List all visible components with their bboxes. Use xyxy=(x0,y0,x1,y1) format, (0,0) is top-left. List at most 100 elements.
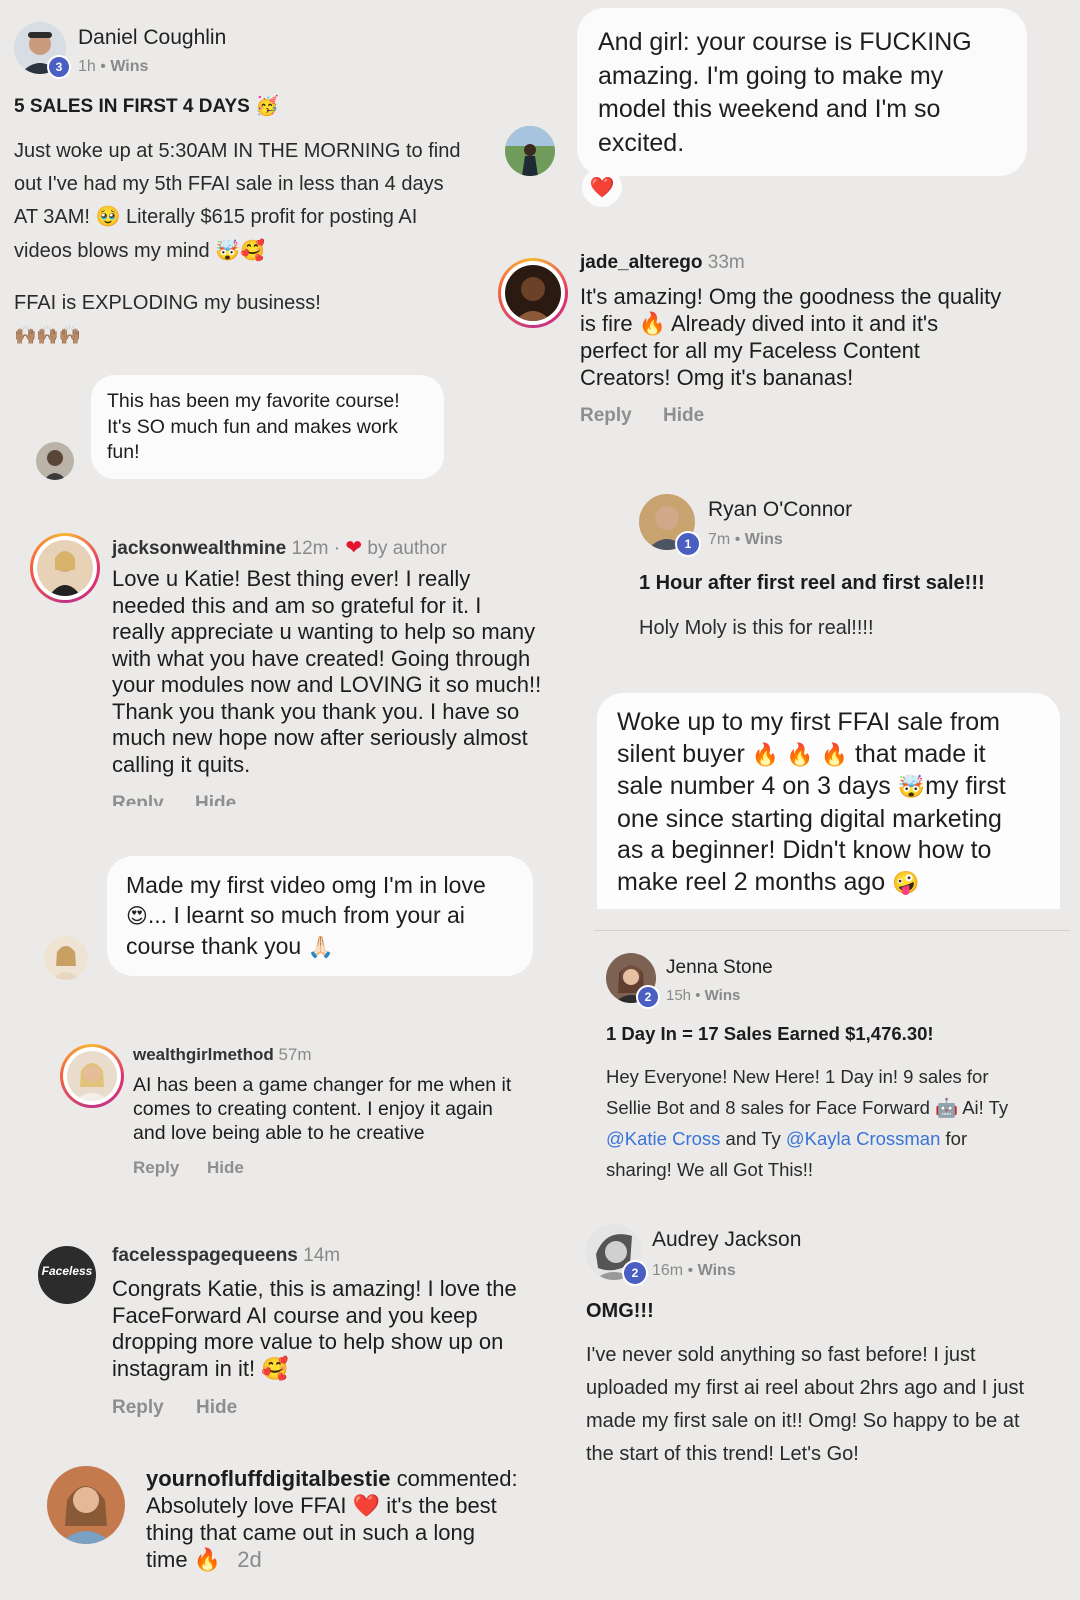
comment-text-part: Absolutely love FFAI xyxy=(146,1492,347,1518)
post-title: 1 Day In = 17 Sales Earned $1,476.30! xyxy=(606,1023,934,1044)
comment-text-part: instagram in it! xyxy=(112,1355,256,1381)
message-line: as a beginner! Didn't know how to xyxy=(617,836,992,864)
message-line: one since starting digital marketing xyxy=(617,804,1002,833)
avatar xyxy=(67,1051,117,1101)
comment-text-part: is fire xyxy=(580,310,633,336)
body-line: Hey Everyone! New Here! 1 Day in! 9 sale… xyxy=(606,1066,989,1087)
reply-button[interactable]: Reply xyxy=(580,405,632,427)
username[interactable]: facelesspagequeens xyxy=(112,1245,298,1266)
message-line: sale number 4 on 3 days 🤯my first xyxy=(617,771,1006,804)
level-badge: 2 xyxy=(636,985,660,1009)
level-badge: 1 xyxy=(675,531,701,557)
author-name[interactable]: Daniel Coughlin xyxy=(78,26,226,50)
author-name[interactable]: Audrey Jackson xyxy=(652,1228,801,1252)
heart-eyes-icon: 😍 xyxy=(126,904,148,928)
message-line: 😍... I learnt so much from your ai xyxy=(126,900,486,931)
post-title: 1 Hour after first reel and first sale!!… xyxy=(639,572,985,594)
comment-text: Congrats Katie, this is amazing! I love … xyxy=(112,1276,517,1383)
username[interactable]: wealthgirlmethod xyxy=(133,1045,274,1064)
comment-line: It's amazing! Omg the goodness the quali… xyxy=(580,284,1002,309)
message-line: make reel 2 months ago 🤪 xyxy=(617,867,1006,900)
post-time: 7m xyxy=(708,531,731,548)
avatar xyxy=(37,540,93,596)
comment-line: much new hope now after seriously almost xyxy=(112,725,528,750)
comment-time: 33m xyxy=(707,252,745,273)
message-line: Woke up to my first FFAI sale from xyxy=(617,708,1000,736)
author-name[interactable]: Jenna Stone xyxy=(666,957,773,979)
comment-text: yournofluffdigitalbestie commented: Abso… xyxy=(146,1466,518,1574)
reaction-chip[interactable]: ❤️ xyxy=(582,167,622,207)
message-text-part: my first xyxy=(925,772,1006,800)
message-bubble[interactable]: Made my first video omg I'm in love 😍...… xyxy=(107,856,533,976)
heart-reaction-icon: ❤️ xyxy=(589,175,615,199)
post-body: Just woke up at 5:30AM IN THE MORNING to… xyxy=(14,135,460,352)
story-ring[interactable] xyxy=(30,533,100,603)
username[interactable]: jade_alterego xyxy=(580,252,703,273)
hide-button[interactable]: Hide xyxy=(195,793,236,806)
post-body: I've never sold anything so fast before!… xyxy=(586,1339,1024,1471)
reply-button[interactable]: Reply xyxy=(112,793,164,806)
smiling-hearts-icon: 🥰 xyxy=(261,1356,289,1382)
story-ring[interactable] xyxy=(60,1044,124,1108)
reply-button[interactable]: Reply xyxy=(112,1397,164,1419)
comment-line: yournofluffdigitalbestie commented: xyxy=(146,1466,518,1493)
hide-button[interactable]: Hide xyxy=(207,1158,244,1178)
comment-line: time 🔥 2d xyxy=(146,1547,518,1575)
story-ring[interactable] xyxy=(498,258,568,328)
mention-link[interactable]: @Katie Cross xyxy=(606,1128,720,1149)
message-text: Made my first video omg I'm in love 😍...… xyxy=(126,870,486,962)
message-line: This has been my favorite course! xyxy=(107,390,400,412)
message-text: This has been my favorite course! It's S… xyxy=(107,389,400,466)
mention-link[interactable]: @Kayla Crossman xyxy=(786,1128,941,1149)
group-label[interactable]: Wins xyxy=(698,1262,736,1279)
comment-header: jacksonwealthmine 12m · ❤ by author xyxy=(112,535,447,560)
post-title-text: 5 SALES IN FIRST 4 DAYS xyxy=(14,96,250,117)
comment-time: 12m xyxy=(291,538,329,559)
group-label[interactable]: Wins xyxy=(705,987,741,1004)
comment-line: Creators! Omg it's bananas! xyxy=(580,364,854,390)
username[interactable]: jacksonwealthmine xyxy=(112,538,286,559)
group-label[interactable]: Wins xyxy=(745,531,783,548)
comment-line: needed this and am so grateful for it. I xyxy=(112,592,482,618)
comment-time: 57m xyxy=(278,1045,312,1064)
group-label[interactable]: Wins xyxy=(110,58,148,75)
comment-line: Absolutely love FFAI ❤️ it's the best xyxy=(146,1493,518,1521)
post-meta: 16m • Wins xyxy=(652,1262,736,1280)
avatar[interactable]: Faceless xyxy=(38,1246,96,1304)
post-title: 5 SALES IN FIRST 4 DAYS 🥳 xyxy=(14,94,279,118)
comment-line: and love being able to he creative xyxy=(133,1122,425,1144)
comment-line: perfect for all my Faceless Content xyxy=(580,338,920,363)
raised-hands-icon: 🙌🏽🙌🏽🙌🏽 xyxy=(14,324,82,346)
message-line: Made my first video omg I'm in love xyxy=(126,872,486,898)
profile-photo-icon xyxy=(37,540,93,596)
profile-photo-icon xyxy=(505,265,561,321)
author-name[interactable]: Ryan O'Connor xyxy=(708,498,852,522)
profile-photo-icon xyxy=(47,1466,125,1544)
comment-line: thing that came out in such a long xyxy=(146,1520,475,1545)
profile-photo-icon xyxy=(67,1051,117,1101)
message-bubble[interactable]: This has been my favorite course! It's S… xyxy=(91,375,444,479)
avatar[interactable] xyxy=(47,1466,125,1544)
body-text: and Ty xyxy=(725,1128,781,1149)
username[interactable]: yournofluffdigitalbestie xyxy=(146,1466,390,1491)
comment-line: really appreciate u wanting to help so m… xyxy=(112,619,536,644)
by-author-label: by author xyxy=(367,538,447,559)
level-badge: 3 xyxy=(47,55,71,79)
profile-photo-icon xyxy=(44,936,88,980)
message-text-part: make reel 2 months ago xyxy=(617,867,886,896)
body-line: videos blows my mind 🤯🥰 xyxy=(14,234,460,268)
body-line: made my first sale on it!! Omg! So happy… xyxy=(586,1410,1020,1432)
message-bubble[interactable]: And girl: your course is FUCKING amazing… xyxy=(577,8,1027,176)
avatar[interactable] xyxy=(505,126,555,176)
robot-icon: 🤖 xyxy=(935,1097,959,1119)
hide-button[interactable]: Hide xyxy=(196,1397,237,1419)
avatar[interactable] xyxy=(36,442,74,480)
avatar-logo-text: Faceless xyxy=(41,1264,93,1278)
avatar[interactable] xyxy=(44,936,88,980)
message-line: model this weekend and I'm so xyxy=(598,95,941,123)
message-line: excited. xyxy=(598,128,685,157)
zany-face-icon: 🤪 xyxy=(892,870,920,896)
reply-button[interactable]: Reply xyxy=(133,1158,179,1178)
hide-button[interactable]: Hide xyxy=(663,405,704,427)
message-bubble[interactable]: Woke up to my first FFAI sale from silen… xyxy=(597,693,1060,909)
